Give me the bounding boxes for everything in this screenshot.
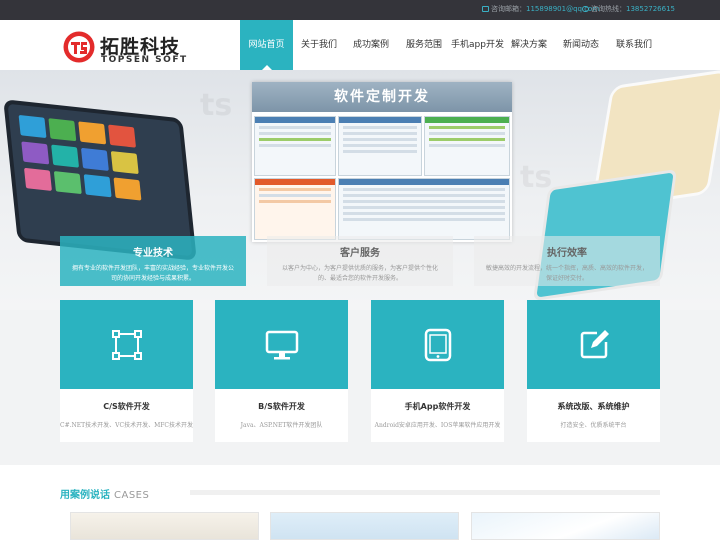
monitor-icon bbox=[265, 330, 298, 359]
nav-services[interactable]: 服务范围 bbox=[400, 20, 448, 70]
service-title: 系统改版、系统维护 bbox=[557, 402, 630, 411]
tablet-icon bbox=[424, 328, 451, 361]
screenshot-dashboard bbox=[424, 116, 510, 176]
case-thumbnail[interactable] bbox=[70, 512, 259, 540]
service-desc: 打造安全、优质系统平台 bbox=[560, 422, 627, 429]
nav-contact[interactable]: 联系我们 bbox=[610, 20, 658, 70]
feature-title: 执行效率 bbox=[547, 248, 587, 259]
banner-watermark-left: ts bbox=[200, 88, 233, 123]
mail-icon bbox=[482, 6, 489, 12]
contact-phone-label: 咨询热线： bbox=[591, 5, 626, 13]
nav-news[interactable]: 新闻动态 bbox=[557, 20, 605, 70]
nav-contact-label: 联系我们 bbox=[615, 40, 652, 50]
service-card-bs[interactable]: B/S软件开发 Java、ASP.NET软件开发团队 bbox=[215, 300, 348, 442]
cases-title: 用案例说话 bbox=[60, 490, 110, 501]
feature-customer-service[interactable]: 客户服务 以客户为中心，为客户提供优质的服务，为客户提供个性化的、最适合您的软件… bbox=[267, 236, 453, 286]
service-card-cs[interactable]: C/S软件开发 C#.NET技术开发、VC技术开发、MFC技术开发 bbox=[60, 300, 193, 442]
nav-about-label: 关于我们 bbox=[300, 40, 337, 50]
phone-icon bbox=[582, 6, 589, 12]
service-title: 手机App软件开发 bbox=[404, 402, 471, 411]
service-card-app[interactable]: 手机App软件开发 Android安卓应用开发、IOS苹果软件应用开发 bbox=[371, 300, 504, 442]
nav-home-label: 网站首页 bbox=[248, 40, 285, 50]
service-title: C/S软件开发 bbox=[103, 402, 150, 411]
feature-efficiency[interactable]: 执行效率 敏捷高效的开发流程，统一个指挥，高质、高效的软件开发，保证好时交付。 bbox=[474, 236, 660, 286]
nav-app-dev[interactable]: 手机app开发 bbox=[451, 20, 504, 70]
select-frame-icon bbox=[111, 329, 142, 360]
nav-news-label: 新闻动态 bbox=[562, 40, 599, 50]
case-thumbnail[interactable] bbox=[270, 512, 459, 540]
service-desc: C#.NET技术开发、VC技术开发、MFC技术开发 bbox=[60, 422, 193, 429]
nav-services-label: 服务范围 bbox=[405, 40, 442, 50]
nav-app-dev-label: 手机app开发 bbox=[451, 40, 504, 50]
feature-desc: 拥有专业的软件开发团队，丰富的实战经验，专业软件开发公司的协同开发经验与成果积累… bbox=[72, 265, 235, 282]
service-desc: Java、ASP.NET软件开发团队 bbox=[240, 422, 323, 429]
screenshot-workflow bbox=[254, 116, 336, 176]
service-desc: Android安卓应用开发、IOS苹果软件应用开发 bbox=[374, 422, 501, 429]
cases-heading: 用案例说话 CASES bbox=[60, 486, 149, 501]
service-title: B/S软件开发 bbox=[258, 402, 305, 411]
contact-email-label: 咨询邮箱： bbox=[491, 5, 526, 13]
nav-cases-label: 成功案例 bbox=[352, 40, 389, 50]
screenshot-table bbox=[338, 116, 422, 176]
nav-cases[interactable]: 成功案例 bbox=[347, 20, 395, 70]
contact-phone-value: 13852726615 bbox=[626, 5, 675, 13]
nav-about[interactable]: 关于我们 bbox=[295, 20, 343, 70]
nav-solutions[interactable]: 解决方案 bbox=[505, 20, 553, 70]
nav-home[interactable]: 网站首页 bbox=[240, 20, 293, 70]
feature-professional-tech[interactable]: 专业技术 拥有专业的软件开发团队，丰富的实战经验，专业软件开发公司的协同开发经验… bbox=[60, 236, 246, 286]
case-thumbnail[interactable] bbox=[471, 512, 660, 540]
cases-divider bbox=[190, 490, 660, 495]
banner-watermark-right: ts bbox=[520, 160, 553, 195]
screenshot-data-grid bbox=[338, 178, 510, 240]
screenshot-webshop bbox=[254, 178, 336, 240]
company-logo-icon[interactable] bbox=[62, 30, 96, 64]
contact-phone: 咨询热线：13852726615 bbox=[582, 4, 675, 14]
feature-desc: 敏捷高效的开发流程，统一个指挥，高质、高效的软件开发，保证好时交付。 bbox=[486, 265, 649, 282]
feature-desc: 以客户为中心，为客户提供优质的服务，为客户提供个性化的、最适合您的软件开发服务。 bbox=[281, 265, 438, 282]
site-header: 拓胜科技 TOPSEN SOFT 网站首页 关于我们 成功案例 服务范围 手机a… bbox=[0, 20, 720, 70]
feature-title: 专业技术 bbox=[133, 248, 173, 259]
top-contact-bar: 咨询邮箱：115898901@qq.com 咨询热线：13852726615 bbox=[0, 0, 720, 20]
service-card-maintenance[interactable]: 系统改版、系统维护 打造安全、优质系统平台 bbox=[527, 300, 660, 442]
edit-icon bbox=[580, 329, 609, 358]
banner-title: 软件定制开发 bbox=[252, 82, 512, 112]
company-name-en: TOPSEN SOFT bbox=[101, 55, 188, 65]
cases-subtitle: CASES bbox=[114, 490, 150, 501]
software-screens-panel: 软件定制开发 bbox=[252, 82, 512, 242]
feature-title: 客户服务 bbox=[340, 248, 380, 259]
nav-solutions-label: 解决方案 bbox=[510, 40, 547, 50]
